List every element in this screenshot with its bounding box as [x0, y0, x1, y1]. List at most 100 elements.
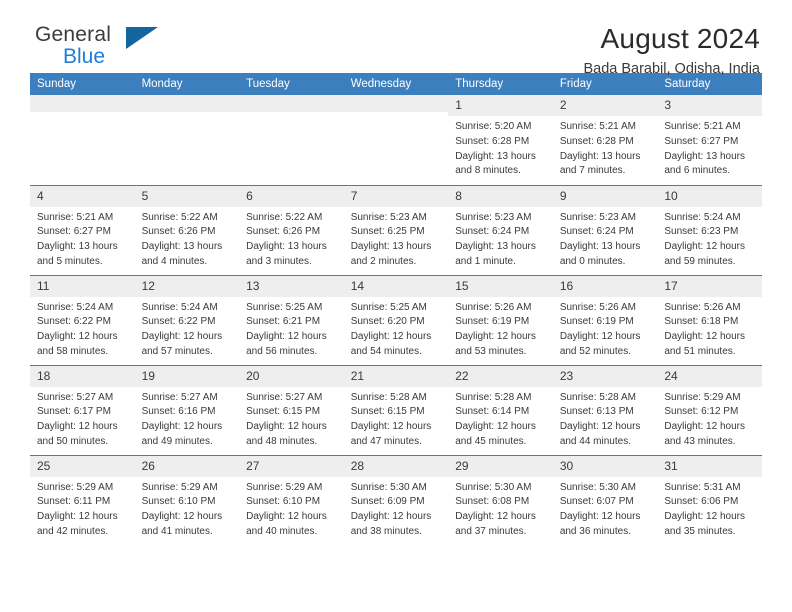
day-detail-daylight2: and 43 minutes.: [664, 435, 736, 447]
day-number: 8: [448, 185, 553, 207]
day-detail-daylight2: and 44 minutes.: [559, 435, 631, 447]
day-number: 31: [657, 455, 762, 477]
calendar-day-cell[interactable]: 4 Sunrise: 5:21 AM Sunset: 6:27 PM Daylight…: [30, 184, 135, 275]
day-details: Sunrise: 5:29 AM Sunset: 6:10 PM Daylight:…: [239, 477, 344, 540]
day-detail-daylight1: Daylight: 13 hours: [141, 241, 223, 253]
calendar-day-cell[interactable]: 31 Sunrise: 5:31 AM Sunset: 6:06 PM Dayligh…: [657, 454, 762, 545]
day-detail-sunset: Sunset: 6:27 PM: [664, 135, 739, 147]
calendar-day-cell[interactable]: 26 Sunrise: 5:29 AM Sunset: 6:10 PM Dayligh…: [134, 454, 240, 545]
calendar-day-cell[interactable]: 5 Sunrise: 5:22 AM Sunset: 6:26 PM Daylight…: [134, 184, 240, 275]
day-number: 6: [239, 185, 344, 207]
page-header: General Blue August 2024 Bada Barabil, O…: [30, 0, 762, 78]
day-details: Sunrise: 5:20 AM Sunset: 6:28 PM Daylight:…: [448, 116, 553, 179]
calendar-day-cell[interactable]: 13 Sunrise: 5:25 AM Sunset: 6:21 PM Dayligh…: [239, 274, 344, 365]
calendar-day-cell[interactable]: 16 Sunrise: 5:26 AM Sunset: 6:19 PM Dayligh…: [552, 274, 658, 365]
calendar-page: General Blue August 2024 Bada Barabil, O…: [0, 0, 792, 612]
day-detail-daylight2: and 48 minutes.: [246, 435, 318, 447]
calendar-day-cell[interactable]: 1 Sunrise: 5:20 AM Sunset: 6:28 PM Daylight…: [448, 95, 553, 185]
day-detail-sunrise: Sunrise: 5:26 AM: [664, 301, 741, 313]
day-detail-daylight1: Daylight: 13 hours: [455, 150, 536, 162]
day-number: [239, 95, 344, 112]
calendar-day-cell[interactable]: 3 Sunrise: 5:21 AM Sunset: 6:27 PM Daylight…: [657, 95, 762, 185]
day-detail-daylight2: and 50 minutes.: [37, 435, 109, 447]
day-number: 5: [134, 185, 240, 207]
day-details: Sunrise: 5:26 AM Sunset: 6:19 PM Daylight:…: [553, 297, 658, 360]
calendar-day-cell[interactable]: 9 Sunrise: 5:23 AM Sunset: 6:24 PM Daylight…: [552, 184, 658, 275]
calendar-day-cell[interactable]: 6 Sunrise: 5:22 AM Sunset: 6:26 PM Daylight…: [239, 184, 344, 275]
calendar-day-cell[interactable]: 2 Sunrise: 5:21 AM Sunset: 6:28 PM Daylight…: [552, 95, 658, 185]
calendar-day-cell[interactable]: 22 Sunrise: 5:28 AM Sunset: 6:14 PM Dayligh…: [448, 364, 553, 455]
day-details: Sunrise: 5:21 AM Sunset: 6:27 PM Daylight:…: [30, 207, 135, 270]
day-details: Sunrise: 5:27 AM Sunset: 6:17 PM Daylight:…: [30, 387, 135, 450]
day-details: Sunrise: 5:23 AM Sunset: 6:24 PM Daylight:…: [553, 207, 658, 270]
calendar-day-cell[interactable]: 8 Sunrise: 5:23 AM Sunset: 6:24 PM Daylight…: [448, 184, 553, 275]
day-detail-daylight2: and 3 minutes.: [246, 255, 312, 267]
day-detail-daylight1: Daylight: 12 hours: [37, 331, 118, 343]
calendar-day-cell[interactable]: 15 Sunrise: 5:26 AM Sunset: 6:19 PM Dayligh…: [448, 274, 553, 365]
day-detail-daylight1: Daylight: 13 hours: [350, 241, 432, 253]
weekday-header-wednesday: Wednesday: [343, 73, 449, 95]
day-detail-sunrise: Sunrise: 5:26 AM: [559, 301, 636, 313]
calendar-day-cell[interactable]: 11 Sunrise: 5:24 AM Sunset: 6:22 PM Dayligh…: [30, 274, 135, 365]
calendar-day-cell[interactable]: 7 Sunrise: 5:23 AM Sunset: 6:25 PM Daylight…: [343, 184, 449, 275]
day-detail-daylight1: Daylight: 12 hours: [246, 331, 327, 343]
calendar-day-cell[interactable]: 10 Sunrise: 5:24 AM Sunset: 6:23 PM Dayligh…: [657, 184, 762, 275]
day-detail-sunset: Sunset: 6:15 PM: [350, 406, 425, 418]
day-detail-daylight2: and 37 minutes.: [455, 525, 527, 537]
day-detail-sunset: Sunset: 6:15 PM: [246, 406, 321, 418]
calendar-day-cell[interactable]: 21 Sunrise: 5:28 AM Sunset: 6:15 PM Dayligh…: [343, 364, 449, 455]
calendar-day-cell[interactable]: 19 Sunrise: 5:27 AM Sunset: 6:16 PM Dayligh…: [134, 364, 240, 455]
calendar-day-cell[interactable]: 30 Sunrise: 5:30 AM Sunset: 6:07 PM Dayligh…: [552, 454, 658, 545]
day-detail-daylight1: Daylight: 13 hours: [455, 241, 536, 253]
day-number: 10: [657, 185, 762, 207]
day-detail-daylight2: and 8 minutes.: [455, 165, 521, 177]
calendar-day-cell[interactable]: 17 Sunrise: 5:26 AM Sunset: 6:18 PM Dayligh…: [657, 274, 762, 365]
day-detail-sunrise: Sunrise: 5:30 AM: [559, 481, 636, 493]
calendar-day-cell[interactable]: 27 Sunrise: 5:29 AM Sunset: 6:10 PM Dayligh…: [239, 454, 344, 545]
day-details: Sunrise: 5:30 AM Sunset: 6:07 PM Daylight:…: [553, 477, 658, 540]
calendar-day-cell[interactable]: 25 Sunrise: 5:29 AM Sunset: 6:11 PM Dayligh…: [30, 454, 135, 545]
calendar-day-cell[interactable]: 14 Sunrise: 5:25 AM Sunset: 6:20 PM Dayligh…: [343, 274, 449, 365]
brand-logo[interactable]: General Blue: [30, 24, 158, 67]
day-details: Sunrise: 5:24 AM Sunset: 6:23 PM Daylight:…: [657, 207, 762, 270]
day-detail-sunrise: Sunrise: 5:31 AM: [664, 481, 741, 493]
day-number: 14: [343, 275, 449, 297]
calendar-day-cell-empty: [134, 95, 240, 185]
day-detail-daylight2: and 49 minutes.: [141, 435, 213, 447]
day-details: Sunrise: 5:27 AM Sunset: 6:16 PM Daylight:…: [135, 387, 240, 450]
day-detail-daylight2: and 2 minutes.: [350, 255, 417, 267]
calendar-day-cell[interactable]: 28 Sunrise: 5:30 AM Sunset: 6:09 PM Dayligh…: [343, 454, 449, 545]
day-number: 22: [448, 365, 553, 387]
calendar-day-cell[interactable]: 20 Sunrise: 5:27 AM Sunset: 6:15 PM Dayligh…: [239, 364, 344, 455]
day-detail-sunset: Sunset: 6:24 PM: [455, 226, 530, 238]
calendar-day-cell[interactable]: 23 Sunrise: 5:28 AM Sunset: 6:13 PM Dayligh…: [552, 364, 658, 455]
day-number: 19: [134, 365, 240, 387]
day-detail-daylight1: Daylight: 12 hours: [141, 421, 223, 433]
day-detail-sunrise: Sunrise: 5:25 AM: [350, 301, 427, 313]
day-detail-sunrise: Sunrise: 5:29 AM: [664, 391, 741, 403]
calendar-day-cell[interactable]: 18 Sunrise: 5:27 AM Sunset: 6:17 PM Dayligh…: [30, 364, 135, 455]
day-detail-daylight2: and 53 minutes.: [455, 345, 527, 357]
day-detail-daylight2: and 1 minute.: [455, 255, 516, 267]
calendar-day-cell[interactable]: 24 Sunrise: 5:29 AM Sunset: 6:12 PM Dayligh…: [657, 364, 762, 455]
day-detail-daylight2: and 47 minutes.: [350, 435, 422, 447]
day-detail-sunrise: Sunrise: 5:22 AM: [141, 211, 218, 223]
day-number: 18: [30, 365, 135, 387]
day-detail-daylight2: and 54 minutes.: [350, 345, 422, 357]
day-number: 26: [134, 455, 240, 477]
day-detail-daylight2: and 6 minutes.: [664, 165, 730, 177]
day-number: 7: [343, 185, 449, 207]
day-number: 3: [657, 95, 762, 116]
day-detail-sunset: Sunset: 6:26 PM: [141, 226, 216, 238]
calendar-day-cell[interactable]: 29 Sunrise: 5:30 AM Sunset: 6:08 PM Dayligh…: [448, 454, 553, 545]
day-detail-sunrise: Sunrise: 5:24 AM: [37, 301, 114, 313]
day-detail-daylight1: Daylight: 12 hours: [246, 511, 327, 523]
weekday-header-thursday: Thursday: [448, 73, 553, 95]
day-detail-sunset: Sunset: 6:23 PM: [664, 226, 739, 238]
day-detail-daylight2: and 35 minutes.: [664, 525, 736, 537]
day-detail-sunset: Sunset: 6:07 PM: [559, 496, 634, 508]
day-number: 30: [552, 455, 658, 477]
calendar-day-cell[interactable]: 12 Sunrise: 5:24 AM Sunset: 6:22 PM Dayligh…: [134, 274, 240, 365]
day-details: Sunrise: 5:24 AM Sunset: 6:22 PM Daylight:…: [30, 297, 135, 360]
day-details: Sunrise: 5:23 AM Sunset: 6:24 PM Daylight:…: [448, 207, 553, 270]
